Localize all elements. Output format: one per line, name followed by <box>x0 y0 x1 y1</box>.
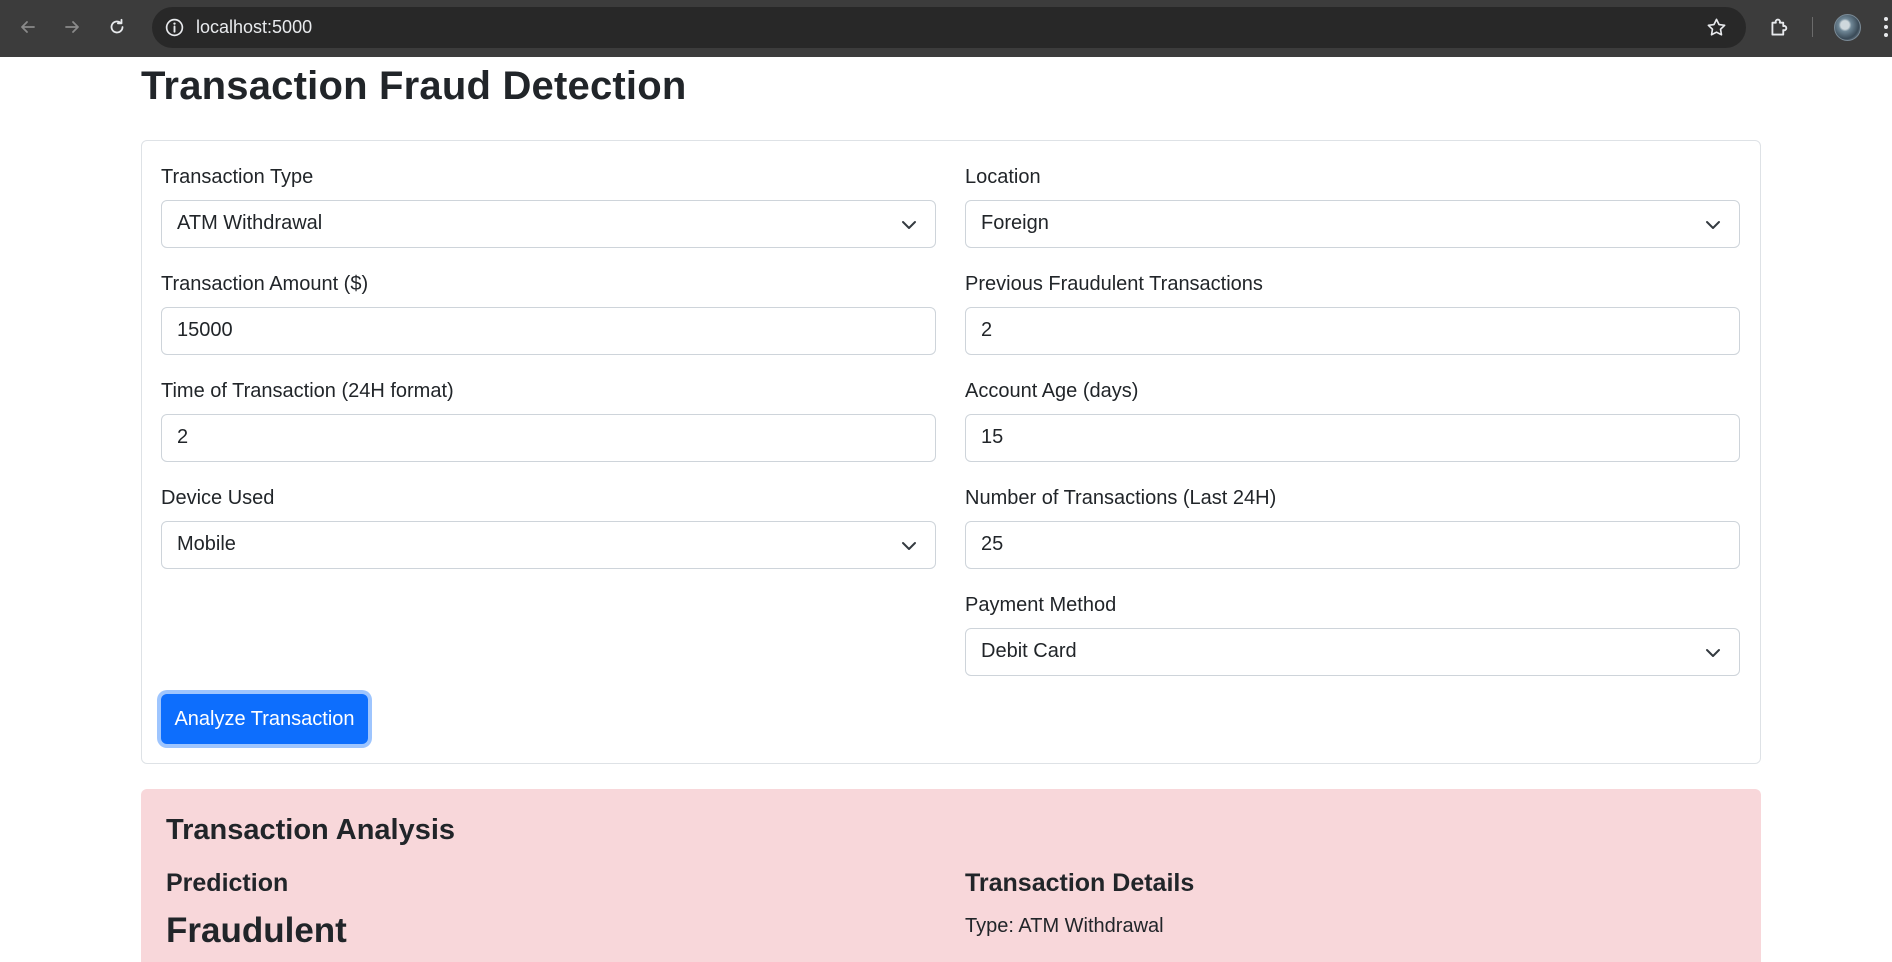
location-value: Foreign <box>981 212 1049 234</box>
location-select[interactable]: Foreign <box>965 200 1740 248</box>
prediction-value: Fraudulent <box>166 911 347 950</box>
avatar[interactable] <box>1834 14 1861 41</box>
transaction-type-value: ATM Withdrawal <box>177 212 323 234</box>
transaction-amount-label: Transaction Amount ($) <box>161 273 369 295</box>
previous-fraud-input[interactable]: 2 <box>965 307 1740 355</box>
transaction-time-label: Time of Transaction (24H format) <box>161 380 454 402</box>
detail-type-line: Type: ATM Withdrawal <box>965 915 1164 938</box>
star-icon[interactable] <box>1705 16 1728 39</box>
transaction-type-label: Transaction Type <box>161 166 314 188</box>
transaction-type-select[interactable]: ATM Withdrawal <box>161 200 936 248</box>
transaction-amount-input[interactable]: 15000 <box>161 307 936 355</box>
forward-button[interactable] <box>58 13 86 41</box>
address-bar[interactable]: localhost:5000 <box>152 7 1746 48</box>
transaction-analysis-panel: Transaction Analysis Prediction Fraudule… <box>141 789 1761 962</box>
chevron-down-icon <box>902 221 916 229</box>
chevron-down-icon <box>1706 649 1720 657</box>
num-transactions-input[interactable]: 25 <box>965 521 1740 569</box>
payment-method-value: Debit Card <box>981 640 1077 662</box>
device-used-value: Mobile <box>177 533 236 555</box>
account-age-input[interactable]: 15 <box>965 414 1740 462</box>
analysis-title: Transaction Analysis <box>166 814 456 846</box>
previous-fraud-value: 2 <box>981 319 993 341</box>
page-title: Transaction Fraud Detection <box>141 64 687 108</box>
browser-toolbar: localhost:5000 <box>0 0 1892 57</box>
transaction-time-value: 2 <box>177 426 189 448</box>
arrow-right-icon <box>65 21 79 33</box>
arrow-left-icon <box>21 21 35 33</box>
puzzle-icon[interactable] <box>1767 14 1793 40</box>
transaction-details-heading: Transaction Details <box>965 869 1195 897</box>
device-used-select[interactable]: Mobile <box>161 521 936 569</box>
detail-type-value: ATM Withdrawal <box>1018 915 1164 937</box>
num-transactions-value: 25 <box>981 533 1004 555</box>
detail-type-label: Type: <box>965 915 1014 937</box>
previous-fraud-label: Previous Fraudulent Transactions <box>965 273 1263 295</box>
back-button[interactable] <box>14 13 42 41</box>
account-age-value: 15 <box>981 426 1004 448</box>
account-age-label: Account Age (days) <box>965 380 1139 402</box>
prediction-heading: Prediction <box>166 869 289 897</box>
kebab-menu-icon[interactable] <box>1880 14 1892 40</box>
payment-method-label: Payment Method <box>965 594 1117 616</box>
url-text[interactable]: localhost:5000 <box>196 17 312 38</box>
payment-method-select[interactable]: Debit Card <box>965 628 1740 676</box>
num-transactions-label: Number of Transactions (Last 24H) <box>965 487 1277 509</box>
toolbar-divider <box>1812 17 1813 37</box>
device-used-label: Device Used <box>161 487 275 509</box>
transaction-amount-value: 15000 <box>177 319 233 341</box>
chevron-down-icon <box>1706 221 1720 229</box>
analyze-transaction-button[interactable]: Analyze Transaction <box>161 694 368 744</box>
transaction-time-input[interactable]: 2 <box>161 414 936 462</box>
location-label: Location <box>965 166 1041 188</box>
reload-button[interactable] <box>103 13 131 41</box>
chevron-down-icon <box>902 542 916 550</box>
reload-icon <box>110 18 124 34</box>
info-icon[interactable] <box>164 17 185 38</box>
